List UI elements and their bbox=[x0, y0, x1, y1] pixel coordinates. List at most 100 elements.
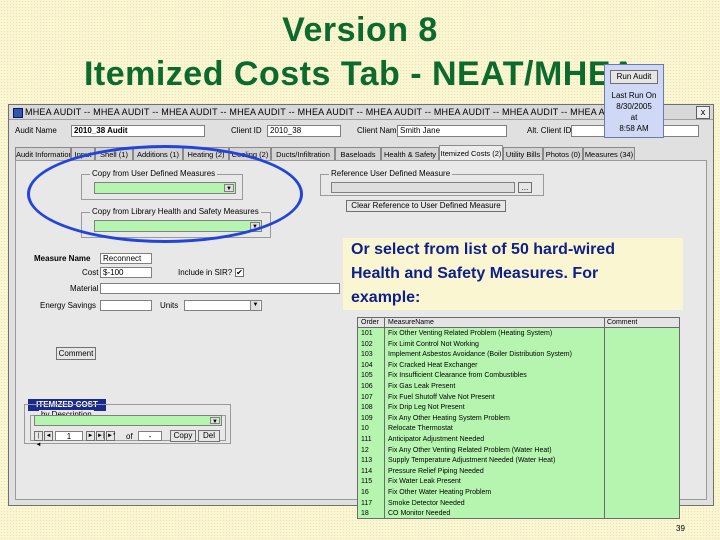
table-header: Order MeasureName Comment bbox=[358, 318, 679, 328]
tab-baseloads[interactable]: Baseloads bbox=[335, 147, 381, 160]
measure-name-cell: Fix Limit Control Not Working bbox=[388, 340, 479, 348]
callout-box: Or select from list of 50 hard-wired Hea… bbox=[343, 238, 683, 310]
prev-record-icon[interactable]: ◄ bbox=[44, 431, 53, 441]
tab-photos[interactable]: Photos (0) bbox=[543, 147, 583, 160]
energy-savings-field[interactable] bbox=[100, 300, 152, 311]
measure-name-cell: Fix Any Other Heating System Problem bbox=[388, 414, 510, 422]
measure-name-cell: Fix Gas Leak Present bbox=[388, 383, 456, 390]
order-cell: 108 bbox=[361, 404, 373, 412]
table-row[interactable]: 12 Fix Any Other Venting Related Problem … bbox=[358, 446, 679, 456]
measure-name-cell: Supply Temperature Adjustment Needed (Wa… bbox=[388, 457, 556, 465]
measure-name-label: Measure Name bbox=[34, 254, 91, 263]
order-cell: 16 bbox=[361, 489, 369, 496]
order-cell: 115 bbox=[361, 478, 373, 486]
table-row[interactable]: 115 Fix Water Leak Present bbox=[358, 477, 679, 487]
table-row[interactable]: 104 Fix Cracked Heat Exchanger bbox=[358, 361, 679, 371]
table-row[interactable]: 108 Fix Drip Leg Not Present bbox=[358, 403, 679, 413]
record-count-field: - bbox=[138, 431, 162, 441]
browse-button[interactable]: ... bbox=[518, 182, 532, 193]
run-audit-button[interactable]: Run Audit bbox=[610, 70, 658, 84]
next-record-icon[interactable]: ► bbox=[86, 431, 95, 441]
tab-ducts-infiltration[interactable]: Ducts/Infiltration bbox=[271, 147, 335, 160]
clear-reference-button[interactable]: Clear Reference to User Defined Measure bbox=[346, 200, 506, 212]
client-name-field[interactable]: Smith Jane bbox=[397, 125, 507, 137]
order-cell: 105 bbox=[361, 372, 373, 380]
table-row[interactable]: 111 Anticipator Adjustment Needed bbox=[358, 435, 679, 445]
tab-audit-information[interactable]: Audit Information bbox=[15, 147, 71, 160]
delete-button[interactable]: Del bbox=[198, 430, 220, 442]
order-cell: 106 bbox=[361, 383, 373, 390]
measure-name-cell: Anticipator Adjustment Needed bbox=[388, 436, 485, 443]
energy-savings-label: Energy Savings bbox=[40, 301, 97, 310]
order-cell: 111 bbox=[361, 436, 372, 443]
cost-field[interactable]: $-100 bbox=[100, 267, 152, 278]
client-id-field[interactable]: 2010_38 bbox=[267, 125, 341, 137]
hs-measures-table[interactable]: Order MeasureName Comment 101 Fix Other V… bbox=[357, 317, 680, 519]
first-record-icon[interactable]: |◄ bbox=[34, 431, 43, 448]
chevron-down-icon[interactable]: ▼ bbox=[210, 417, 220, 425]
last-run-label: Last Run On bbox=[611, 91, 657, 100]
measure-name-cell: Fix Drip Leg Not Present bbox=[388, 404, 465, 412]
measure-name-cell: Fix Insufficient Clearance from Combusti… bbox=[388, 372, 527, 380]
measure-name-cell: Fix Any Other Venting Related Problem (W… bbox=[388, 446, 552, 454]
audit-name-field[interactable]: 2010_38 Audit bbox=[71, 125, 205, 137]
material-label: Material bbox=[70, 284, 99, 293]
chevron-down-icon[interactable]: ▼ bbox=[250, 301, 260, 310]
material-field[interactable] bbox=[100, 283, 340, 294]
reference-user-defined-field bbox=[331, 182, 515, 193]
table-row[interactable]: 18 CO Monitor Needed bbox=[358, 509, 679, 518]
tab-measures[interactable]: Measures (34) bbox=[583, 147, 635, 160]
table-row[interactable]: 10 Relocate Thermostat bbox=[358, 424, 679, 434]
last-run-panel: Run Audit Last Run On 8/30/2005 at 8:58 … bbox=[604, 64, 664, 138]
table-row[interactable]: 101 Fix Other Venting Related Problem (He… bbox=[358, 329, 679, 339]
slide-title-line1: Version 8 bbox=[282, 11, 438, 49]
order-cell: 113 bbox=[361, 457, 373, 465]
order-cell: 114 bbox=[361, 467, 373, 475]
units-select[interactable]: ▼ bbox=[184, 300, 262, 311]
col-order: Order bbox=[361, 319, 379, 326]
table-row[interactable]: 102 Fix Limit Control Not Working bbox=[358, 340, 679, 350]
table-row[interactable]: 103 Implement Asbestos Avoidance (Boiler … bbox=[358, 350, 679, 360]
order-cell: 109 bbox=[361, 414, 373, 422]
tab-utility-bills[interactable]: Utility Bills bbox=[503, 147, 543, 160]
table-row[interactable]: 105 Fix Insufficient Clearance from Combu… bbox=[358, 371, 679, 381]
tab-itemized-costs[interactable]: Itemized Costs (2) bbox=[439, 145, 503, 160]
copy-button[interactable]: Copy bbox=[170, 430, 196, 442]
table-row[interactable]: 113 Supply Temperature Adjustment Needed … bbox=[358, 456, 679, 466]
comment-button[interactable]: Comment bbox=[56, 347, 96, 360]
close-icon[interactable]: x bbox=[696, 106, 710, 119]
callout-line2: Health and Safety Measures. For bbox=[351, 265, 599, 282]
include-sir-checkbox[interactable]: ✔ bbox=[235, 268, 244, 277]
tab-health-safety[interactable]: Health & Safety bbox=[381, 147, 439, 160]
client-id-label: Client ID bbox=[231, 126, 262, 135]
measure-name-cell: Fix Water Leak Present bbox=[388, 478, 461, 486]
col-measure-name: MeasureName bbox=[388, 319, 434, 326]
table-row[interactable]: 16 Fix Other Water Heating Problem bbox=[358, 488, 679, 498]
order-cell: 101 bbox=[361, 330, 373, 337]
reference-user-defined-label: Reference User Defined Measure bbox=[329, 169, 453, 179]
table-row[interactable]: 107 Fix Fuel Shutoff Valve Not Present bbox=[358, 393, 679, 403]
callout-line3: example: bbox=[351, 289, 421, 306]
table-row[interactable]: 114 Pressure Relief Piping Needed bbox=[358, 467, 679, 477]
order-cell: 10 bbox=[361, 425, 369, 433]
measure-name-cell: CO Monitor Needed bbox=[388, 510, 451, 518]
record-number-field[interactable]: 1 bbox=[55, 431, 83, 441]
new-record-icon[interactable]: ►* bbox=[106, 431, 115, 441]
order-cell: 107 bbox=[361, 393, 373, 401]
last-record-icon[interactable]: ►| bbox=[96, 431, 105, 441]
table-row[interactable]: 117 Smoke Detector Needed bbox=[358, 499, 679, 509]
page-number: 39 bbox=[676, 524, 685, 533]
by-description-select[interactable]: ▼ bbox=[34, 415, 222, 426]
order-cell: 104 bbox=[361, 361, 373, 369]
table-row[interactable]: 106 Fix Gas Leak Present bbox=[358, 382, 679, 392]
last-run-date: 8/30/2005 bbox=[616, 102, 652, 111]
table-row[interactable]: 109 Fix Any Other Heating System Problem bbox=[358, 414, 679, 424]
client-name-label: Client Name bbox=[357, 126, 402, 135]
order-cell: 18 bbox=[361, 510, 369, 518]
measure-name-cell: Relocate Thermostat bbox=[388, 425, 453, 433]
measure-name-field[interactable]: Reconnect bbox=[100, 253, 152, 264]
measure-name-cell: Fix Other Venting Related Problem (Heati… bbox=[388, 330, 553, 337]
app-icon bbox=[13, 108, 23, 118]
order-cell: 102 bbox=[361, 340, 373, 348]
measure-name-cell: Pressure Relief Piping Needed bbox=[388, 467, 484, 475]
